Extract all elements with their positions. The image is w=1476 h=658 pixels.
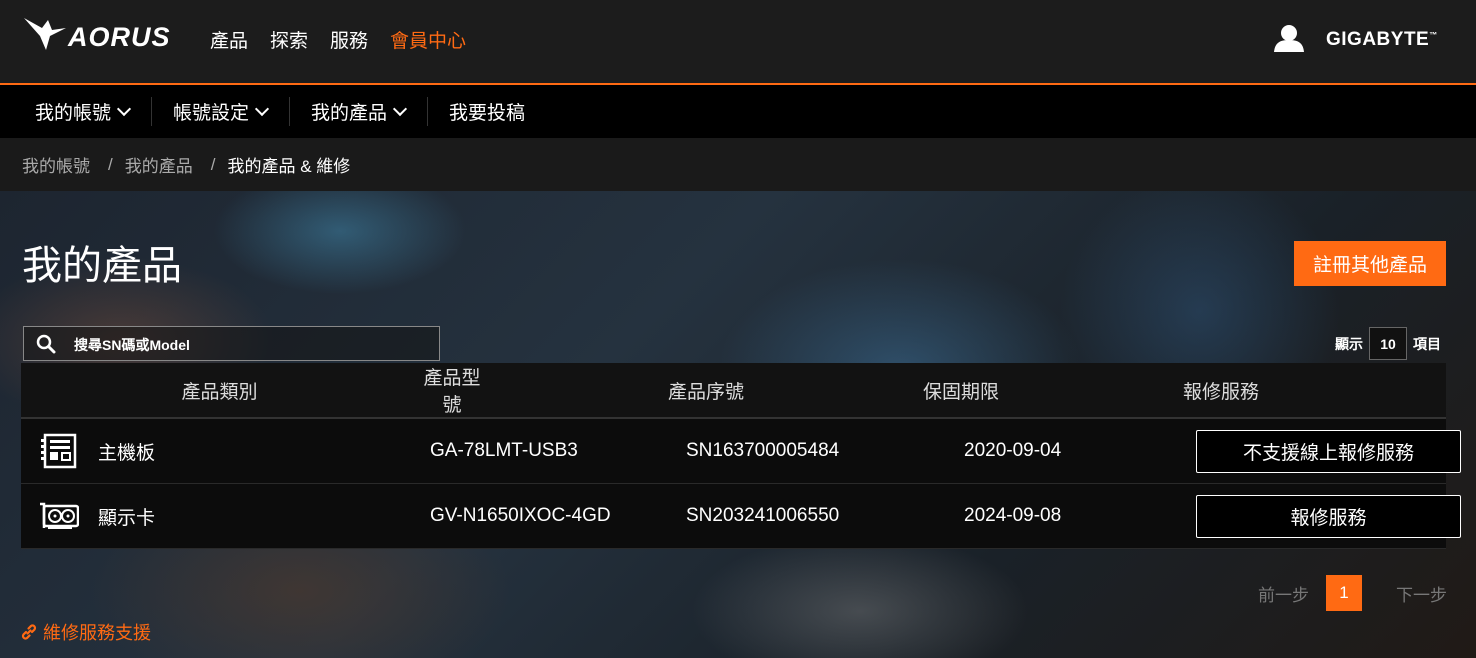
- link-icon: [21, 624, 37, 640]
- breadcrumb-separator: /: [108, 154, 113, 174]
- header-warranty: 保固期限: [922, 381, 999, 403]
- product-serial: SN163700005484: [686, 440, 840, 461]
- account-nav-my-products[interactable]: 我的產品: [289, 85, 427, 138]
- top-nav: 產品 探索 服務 會員中心: [210, 26, 466, 53]
- account-nav-submit[interactable]: 我要投稿: [427, 85, 547, 138]
- pagination: 前一步 1 下一步: [1258, 575, 1447, 611]
- account-nav: 我的帳號 帳號設定 我的產品 我要投稿: [0, 85, 1476, 138]
- product-serial: SN203241006550: [686, 505, 840, 526]
- table-row: 顯示卡 GV-N1650IXOC-4GD SN203241006550 2024…: [21, 484, 1461, 549]
- search-box: [23, 326, 440, 361]
- account-nav-label: 我要投稿: [449, 103, 526, 124]
- motherboard-icon: [41, 433, 77, 469]
- product-warranty: 2020-09-04: [964, 440, 1062, 461]
- eagle-icon: [24, 18, 66, 50]
- aorus-logo[interactable]: AORUS: [22, 14, 188, 54]
- top-nav-member-center[interactable]: 會員中心: [390, 26, 466, 53]
- register-product-button[interactable]: 註冊其他產品: [1294, 241, 1446, 286]
- top-header: AORUS 產品 探索 服務 會員中心 GIGABYTE™: [0, 0, 1476, 85]
- breadcrumb-my-products[interactable]: 我的產品: [125, 152, 193, 177]
- page-size-prefix: 顯示: [1335, 335, 1363, 352]
- gigabyte-logo-text: GIGABYTE: [1326, 29, 1430, 50]
- account-nav-settings[interactable]: 帳號設定: [151, 85, 289, 138]
- header-service: 報修服務: [1182, 381, 1259, 403]
- product-model: GV-N1650IXOC-4GD: [430, 505, 611, 526]
- chevron-down-icon: [254, 101, 270, 117]
- account-nav-label: 帳號設定: [173, 103, 250, 124]
- chevron-down-icon: [392, 101, 408, 117]
- page-size-select[interactable]: 10: [1369, 327, 1407, 360]
- products-table: 產品類別 產品型號 產品序號 保固期限 報修服務 主機板 GA-78LMT-US…: [21, 363, 1461, 549]
- product-warranty: 2024-09-08: [964, 505, 1062, 526]
- header-category: 產品類別: [181, 381, 258, 403]
- breadcrumb: 我的帳號 / 我的產品 / 我的產品 & 維修: [0, 138, 1476, 191]
- repair-service-button[interactable]: 報修服務: [1196, 494, 1461, 538]
- repair-support-link[interactable]: 維修服務支援: [20, 619, 151, 645]
- main-content: 我的產品 註冊其他產品 顯示 10 項目 產品類別 產品型號 產品序號 保固期限…: [0, 191, 1476, 658]
- header-serial: 產品序號: [667, 381, 744, 403]
- table-row: 主機板 GA-78LMT-USB3 SN163700005484 2020-09…: [21, 419, 1461, 484]
- breadcrumb-separator: /: [210, 154, 216, 174]
- table-header: 產品類別 產品型號 產品序號 保固期限 報修服務: [21, 363, 1446, 419]
- pagination-prev[interactable]: 前一步: [1258, 581, 1309, 606]
- search-icon: [36, 334, 56, 354]
- user-icon[interactable]: [1273, 24, 1305, 52]
- top-nav-products[interactable]: 產品: [210, 26, 248, 53]
- gigabyte-logo[interactable]: GIGABYTE™: [1326, 29, 1438, 51]
- product-category: 顯示卡: [98, 507, 156, 529]
- chevron-down-icon: [116, 101, 132, 117]
- account-nav-my-account[interactable]: 我的帳號: [0, 85, 151, 138]
- breadcrumb-current: 我的產品 & 維修: [227, 157, 351, 176]
- pagination-current-page[interactable]: 1: [1326, 575, 1362, 611]
- breadcrumb-my-account[interactable]: 我的帳號: [22, 152, 90, 177]
- repair-support-label: 維修服務支援: [43, 623, 151, 643]
- graphics-card-icon: [40, 502, 79, 529]
- logo-text: AORUS: [68, 22, 171, 52]
- page-size-suffix: 項目: [1413, 335, 1441, 352]
- account-nav-label: 我的產品: [311, 103, 388, 124]
- product-model: GA-78LMT-USB3: [430, 440, 578, 461]
- account-nav-label: 我的帳號: [35, 103, 112, 124]
- top-nav-service[interactable]: 服務: [330, 26, 368, 53]
- page-size-control: 顯示 10 項目: [1335, 327, 1441, 360]
- search-input[interactable]: [72, 333, 426, 357]
- pagination-next[interactable]: 下一步: [1396, 581, 1447, 606]
- header-model: 產品型號: [423, 368, 481, 416]
- page-title: 我的產品: [22, 244, 182, 288]
- product-category: 主機板: [98, 442, 156, 464]
- top-nav-explore[interactable]: 探索: [270, 26, 308, 53]
- repair-service-button[interactable]: 不支援線上報修服務: [1196, 429, 1461, 473]
